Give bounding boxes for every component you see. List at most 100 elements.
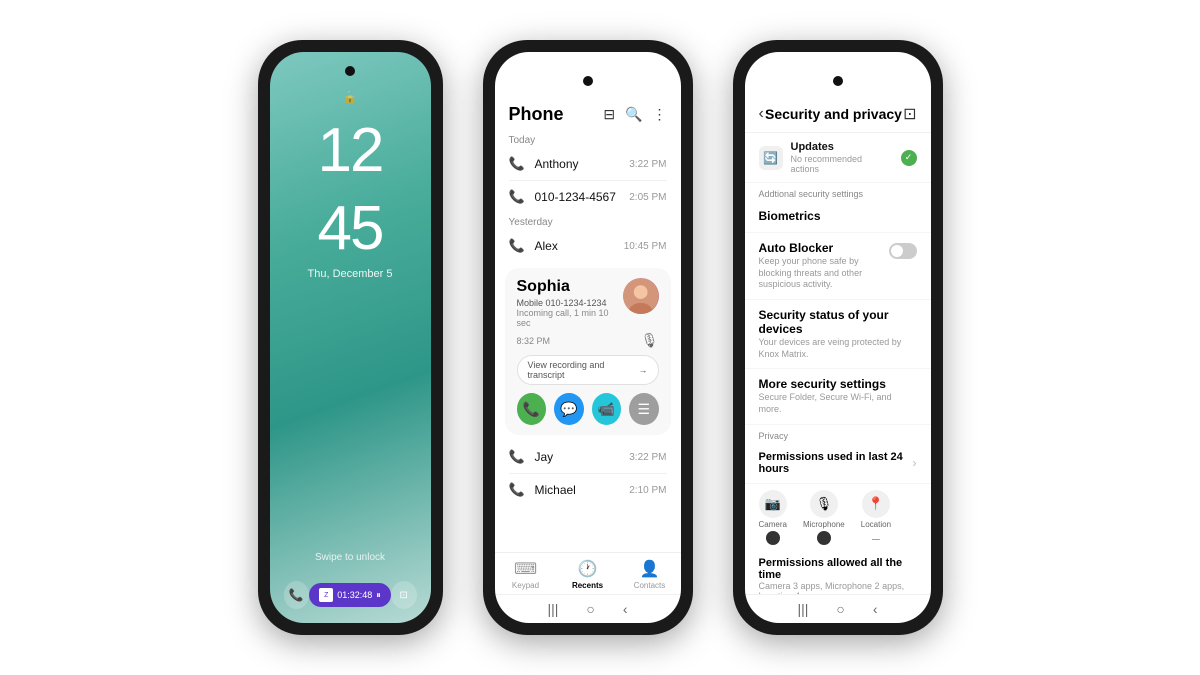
- microphone-icon: 🎙: [810, 490, 838, 518]
- keypad-label: Keypad: [512, 581, 539, 590]
- phone-security: ‹ Security and privacy ⊡ 🔄 Updates No re…: [733, 40, 943, 635]
- call-item-michael[interactable]: 📞 Michael 2:10 PM: [495, 474, 681, 506]
- android-nav: ||| ○ ‹: [495, 594, 681, 623]
- punch-hole-3: [833, 76, 843, 86]
- phone-header-icons: ⊟ 🔍 ⋮: [603, 106, 666, 123]
- permission-icons-row: 📷 Camera 🎙 Microphone 📍 Location –: [745, 484, 931, 551]
- updates-content: Updates No recommended actions: [791, 141, 893, 174]
- lock-time-hour: 12: [318, 120, 383, 182]
- auto-blocker-row: Auto Blocker Keep your phone safe by blo…: [759, 241, 917, 291]
- call-icon-jay: 📞: [509, 449, 527, 465]
- more-action-button[interactable]: ☰: [629, 393, 659, 425]
- home-gesture-icon-3[interactable]: |||: [797, 601, 808, 617]
- back-button-security[interactable]: ‹: [759, 105, 764, 123]
- permissions-alltime-item[interactable]: Permissions allowed all the time Camera …: [745, 551, 931, 594]
- auto-blocker-toggle[interactable]: [889, 243, 917, 259]
- lock-call-button[interactable]: 📞: [284, 581, 310, 609]
- lock-time-min: 45: [318, 198, 383, 260]
- section-label-security: Addtional security settings: [745, 183, 931, 201]
- call-icon-michael: 📞: [509, 482, 527, 498]
- back-button[interactable]: ‹: [623, 601, 628, 617]
- call-item-anthony[interactable]: 📞 Anthony 3:22 PM: [495, 148, 681, 180]
- call-item-jay[interactable]: 📞 Jay 3:22 PM: [495, 441, 681, 473]
- nav-contacts[interactable]: 👤 Contacts: [619, 559, 681, 590]
- arrow-right-icon: →: [639, 365, 648, 375]
- updates-check-icon: ✓: [901, 150, 917, 166]
- video-action-button[interactable]: 📹: [592, 393, 622, 425]
- call-name: Anthony: [535, 157, 622, 171]
- lock-bottom-bar: 📞 Z 01:32:48 ⏸ ⊡: [270, 581, 431, 609]
- security-status-item[interactable]: Security status of your devices Your dev…: [745, 300, 931, 369]
- security-title: Security and privacy: [765, 106, 902, 122]
- location-icon: 📍: [862, 490, 890, 518]
- permissions-24h-item[interactable]: Permissions used in last 24 hours ›: [745, 443, 931, 484]
- call-action-button[interactable]: 📞: [517, 393, 547, 425]
- filter-icon[interactable]: ⊟: [603, 106, 615, 123]
- call-name-3: Alex: [535, 239, 616, 253]
- nav-keypad[interactable]: ⌨ Keypad: [495, 559, 557, 590]
- call-item-number[interactable]: 📞 010-1234-4567 2:05 PM: [495, 181, 681, 213]
- security-status-title: Security status of your devices: [759, 308, 917, 336]
- call-time: 3:22 PM: [629, 159, 666, 170]
- auto-blocker-item[interactable]: Auto Blocker Keep your phone safe by blo…: [745, 233, 931, 300]
- security-status-sub: Your devices are veing protected by Knox…: [759, 337, 917, 360]
- home-gesture-icon[interactable]: |||: [547, 601, 558, 617]
- more-security-item[interactable]: More security settings Secure Folder, Se…: [745, 369, 931, 424]
- section-today: Today: [495, 131, 681, 148]
- home-button[interactable]: ○: [586, 601, 594, 617]
- lock-timer[interactable]: Z 01:32:48 ⏸: [309, 583, 391, 607]
- permissions-alltime-sub: Camera 3 apps, Microphone 2 apps, Locati…: [759, 581, 917, 594]
- screen-content: Phone ⊟ 🔍 ⋮ Today 📞 Anthony 3:22 PM 📞 01…: [495, 90, 681, 552]
- location-label: Location: [861, 520, 891, 529]
- call-time-jay: 3:22 PM: [629, 452, 666, 463]
- nav-recents[interactable]: 🕐 Recents: [557, 559, 619, 590]
- section-yesterday: Yesterday: [495, 213, 681, 230]
- call-item-alex[interactable]: 📞 Alex 10:45 PM: [495, 230, 681, 262]
- contacts-label: Contacts: [634, 581, 666, 590]
- updates-icon: 🔄: [759, 146, 783, 170]
- sophia-card: Sophia Mobile 010-1234-1234 Incoming cal…: [505, 268, 671, 435]
- phone-app-title: Phone: [509, 104, 564, 125]
- camera-icon: 📷: [759, 490, 787, 518]
- camera-dot: [766, 531, 780, 545]
- more-security-title: More security settings: [759, 377, 917, 391]
- mic-icon: 🎙: [641, 332, 659, 349]
- lock-camera-button[interactable]: ⊡: [391, 581, 417, 609]
- more-security-icon[interactable]: ⊡: [903, 104, 916, 124]
- recording-btn-label: View recording and transcript: [528, 360, 639, 380]
- updates-title: Updates: [791, 141, 893, 153]
- contacts-icon: 👤: [640, 559, 660, 579]
- more-security-sub: Secure Folder, Secure Wi-Fi, and more.: [759, 392, 917, 415]
- search-icon[interactable]: 🔍: [625, 106, 642, 123]
- perm-location-col: 📍 Location –: [861, 490, 891, 545]
- call-name-2: 010-1234-4567: [535, 190, 622, 204]
- phone-lock: 🔒 12 45 Thu, December 5 Swipe to unlock …: [258, 40, 443, 635]
- sophia-call-info: Incoming call, 1 min 10 sec: [517, 308, 624, 328]
- phone-header: Phone ⊟ 🔍 ⋮: [495, 90, 681, 131]
- timer-value: 01:32:48: [337, 590, 372, 600]
- home-button-3[interactable]: ○: [836, 601, 844, 617]
- back-button-3[interactable]: ‹: [873, 601, 878, 617]
- recording-button[interactable]: View recording and transcript →: [517, 355, 659, 385]
- biometrics-title: Biometrics: [759, 209, 917, 223]
- updates-item[interactable]: 🔄 Updates No recommended actions ✓: [745, 133, 931, 183]
- camera-label: Camera: [759, 520, 787, 529]
- more-icon[interactable]: ⋮: [653, 106, 667, 123]
- swipe-unlock-label: Swipe to unlock: [315, 552, 385, 563]
- call-name-jay: Jay: [535, 450, 622, 464]
- phone-navbar: ⌨ Keypad 🕐 Recents 👤 Contacts: [495, 552, 681, 594]
- message-action-button[interactable]: 💬: [554, 393, 584, 425]
- microphone-label: Microphone: [803, 520, 845, 529]
- updates-row: 🔄 Updates No recommended actions ✓: [759, 141, 917, 174]
- biometrics-item[interactable]: Biometrics: [745, 201, 931, 233]
- section-label-privacy: Privacy: [745, 425, 931, 443]
- mic-dot: [817, 531, 831, 545]
- recents-icon: 🕐: [578, 559, 598, 579]
- phone-recents: Phone ⊟ 🔍 ⋮ Today 📞 Anthony 3:22 PM 📞 01…: [483, 40, 693, 635]
- timer-icon: Z: [319, 588, 333, 602]
- android-nav-3: ||| ○ ‹: [745, 594, 931, 623]
- call-time-michael: 2:10 PM: [629, 485, 666, 496]
- sophia-header: Sophia Mobile 010-1234-1234 Incoming cal…: [517, 278, 659, 328]
- pause-icon: ⏸: [376, 590, 381, 601]
- lock-date: Thu, December 5: [308, 268, 393, 280]
